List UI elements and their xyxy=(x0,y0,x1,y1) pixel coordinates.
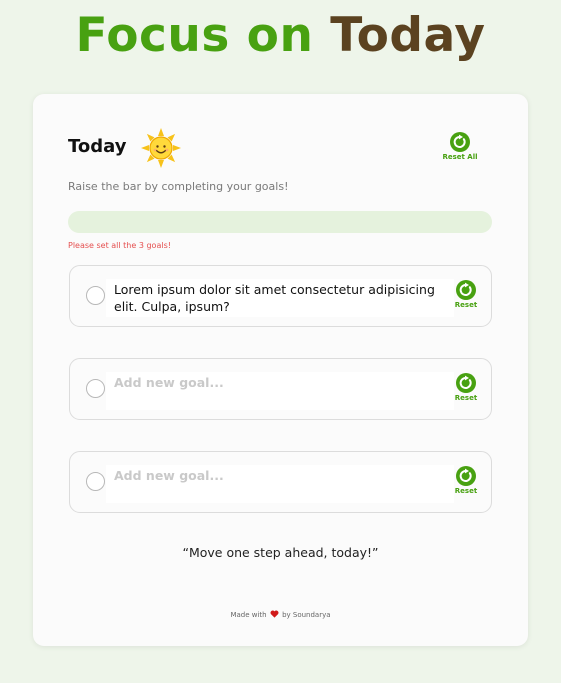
goal-reset-button[interactable]: Reset xyxy=(453,280,479,309)
error-message: Please set all the 3 goals! xyxy=(68,241,171,250)
goal-item-1: Reset xyxy=(69,265,492,327)
goal-checkbox[interactable] xyxy=(86,472,105,491)
reset-icon xyxy=(456,280,476,300)
card-heading: Today xyxy=(68,136,127,157)
reset-all-button[interactable]: Reset All xyxy=(439,132,481,161)
goal-reset-label: Reset xyxy=(454,394,478,402)
footer-author: by Soundarya xyxy=(282,611,331,619)
goal-checkbox[interactable] xyxy=(86,379,105,398)
reset-icon xyxy=(456,373,476,393)
footer-made-with: Made with xyxy=(230,611,267,619)
goal-item-2: Reset xyxy=(69,358,492,420)
progress-bar xyxy=(68,211,492,233)
goal-input[interactable] xyxy=(106,279,454,317)
reset-all-label: Reset All xyxy=(442,153,478,161)
heart-icon xyxy=(270,610,279,618)
goal-reset-button[interactable]: Reset xyxy=(453,373,479,402)
goal-input[interactable] xyxy=(106,372,454,410)
app-title-part1: Focus on xyxy=(75,8,314,63)
goal-item-3: Reset xyxy=(69,451,492,513)
goal-checkbox[interactable] xyxy=(86,286,105,305)
card-subtitle: Raise the bar by completing your goals! xyxy=(68,180,289,193)
footer-credit: Made with by Soundarya xyxy=(33,610,528,619)
goals-card: Today Reset All Raise the bar by complet… xyxy=(33,94,528,646)
reset-icon xyxy=(450,132,470,152)
sun-icon xyxy=(141,128,181,168)
goal-reset-label: Reset xyxy=(454,487,478,495)
goal-reset-button[interactable]: Reset xyxy=(453,466,479,495)
reset-icon xyxy=(456,466,476,486)
app-title: Focus on Today xyxy=(0,8,561,63)
goal-input[interactable] xyxy=(106,465,454,503)
app-title-part2: Today xyxy=(330,8,486,63)
goal-reset-label: Reset xyxy=(454,301,478,309)
motivational-quote: “Move one step ahead, today!” xyxy=(182,545,379,560)
